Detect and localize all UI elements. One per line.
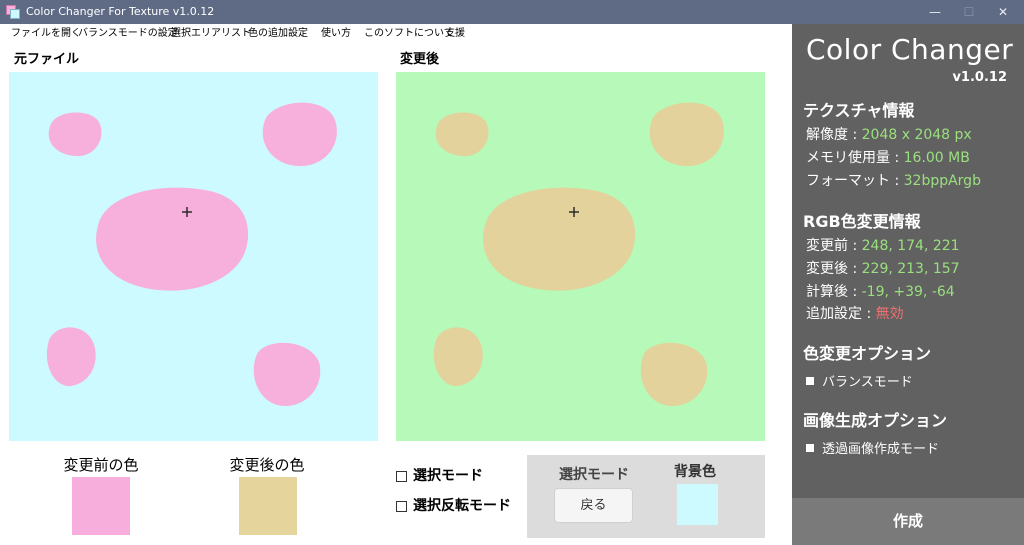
menu-select-area-list[interactable]: 選択エリアリスト xyxy=(171,27,251,41)
app-version: v1.0.12 xyxy=(952,70,1007,85)
balance-mode-option[interactable]: バランスモード xyxy=(806,371,913,390)
original-label: 元ファイル xyxy=(14,52,80,67)
menu-open-file[interactable]: ファイルを開く xyxy=(11,27,81,41)
menu-balance-mode-settings[interactable]: バランスモードの設定 xyxy=(78,27,178,41)
original-canvas[interactable] xyxy=(9,72,378,441)
background-color-label: 背景色 xyxy=(674,464,716,480)
menu-bar: ファイルを開く バランスモードの設定 選択エリアリスト 色の追加設定 使い方 こ… xyxy=(0,24,792,44)
menu-support[interactable]: 支援 xyxy=(445,27,465,41)
rgb-calc-row: 計算後 : -19, +39, -64 xyxy=(806,282,955,302)
transparent-mode-label: 透過画像作成モード xyxy=(822,442,940,457)
select-mode-checkbox[interactable] xyxy=(396,470,407,482)
window-title: Color Changer For Texture v1.0.12 xyxy=(26,5,215,18)
back-button[interactable]: 戻る xyxy=(554,488,633,523)
extra-settings-row: 追加設定 : 無効 xyxy=(806,304,904,324)
rgb-calc-label: 計算後 : xyxy=(806,284,858,300)
rgb-after-row: 変更後 : 229, 213, 157 xyxy=(806,259,960,279)
rgb-calc-value: -19, +39, -64 xyxy=(861,284,955,300)
image-options-heading: 画像生成オプション xyxy=(803,411,948,430)
select-mode-panel: 選択モード 戻る 背景色 xyxy=(527,455,765,538)
invert-select-mode-option[interactable]: 選択反転モード xyxy=(396,496,511,516)
after-color-swatch[interactable] xyxy=(239,477,297,535)
format-label: フォーマット : xyxy=(806,173,900,189)
menu-about[interactable]: このソフトについて xyxy=(364,27,454,41)
close-button[interactable]: ✕ xyxy=(980,0,1024,24)
before-color-label: 変更前の色 xyxy=(63,456,139,474)
balance-mode-label: バランスモード xyxy=(822,375,913,390)
resolution-row: 解像度 : 2048 x 2048 px xyxy=(806,125,972,145)
memory-value: 16.00 MB xyxy=(903,150,970,166)
transparent-mode-checkbox[interactable] xyxy=(806,443,814,452)
transparent-mode-option[interactable]: 透過画像作成モード xyxy=(806,438,939,457)
invert-select-mode-checkbox[interactable] xyxy=(396,500,407,512)
select-mode-label: 選択モード xyxy=(413,468,483,484)
app-name: Color Changer xyxy=(806,33,1014,66)
texture-info-heading: テクスチャ情報 xyxy=(803,101,915,120)
changed-canvas[interactable] xyxy=(396,72,765,441)
resolution-value: 2048 x 2048 px xyxy=(861,127,972,143)
resolution-label: 解像度 : xyxy=(806,127,858,143)
menu-how-to-use[interactable]: 使い方 xyxy=(321,27,351,41)
memory-label: メモリ使用量 : xyxy=(806,150,900,166)
before-color-swatch[interactable] xyxy=(72,477,130,535)
rgb-before-value: 248, 174, 221 xyxy=(861,238,960,254)
background-color-swatch[interactable] xyxy=(677,484,718,525)
changed-label: 変更後 xyxy=(400,52,440,67)
rgb-after-value: 229, 213, 157 xyxy=(861,261,960,277)
info-sidebar: Color Changer v1.0.12 テクスチャ情報 解像度 : 2048… xyxy=(792,24,1024,545)
app-icon xyxy=(6,5,20,19)
extra-settings-value: 無効 xyxy=(875,306,904,322)
format-value: 32bppArgb xyxy=(903,173,981,189)
extra-settings-label: 追加設定 : xyxy=(806,306,872,322)
rgb-before-label: 変更前 : xyxy=(806,238,858,254)
color-options-heading: 色変更オプション xyxy=(803,344,932,363)
title-bar: Color Changer For Texture v1.0.12 — ☐ ✕ xyxy=(0,0,1024,24)
rgb-after-label: 変更後 : xyxy=(806,261,858,277)
invert-select-mode-label: 選択反転モード xyxy=(413,498,511,514)
menu-color-add-settings[interactable]: 色の追加設定 xyxy=(248,27,308,41)
balance-mode-checkbox[interactable] xyxy=(806,376,814,385)
select-mode-option[interactable]: 選択モード xyxy=(396,466,483,486)
rgb-info-heading: RGB色変更情報 xyxy=(803,212,921,231)
after-color-label: 変更後の色 xyxy=(229,456,305,474)
memory-row: メモリ使用量 : 16.00 MB xyxy=(806,148,970,168)
select-mode-panel-label: 選択モード xyxy=(559,467,629,483)
format-row: フォーマット : 32bppArgb xyxy=(806,171,981,191)
create-button[interactable]: 作成 xyxy=(792,498,1024,545)
rgb-before-row: 変更前 : 248, 174, 221 xyxy=(806,236,960,256)
